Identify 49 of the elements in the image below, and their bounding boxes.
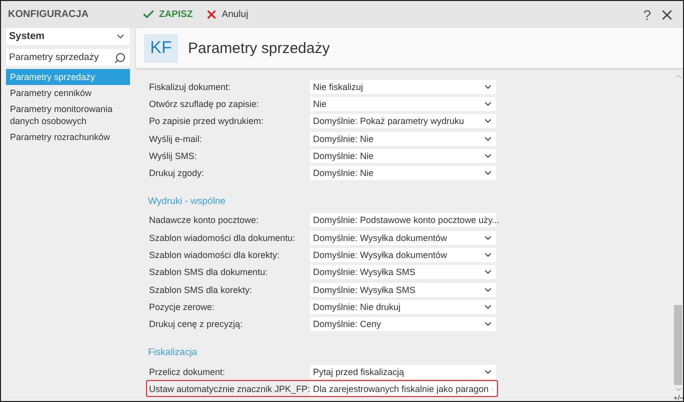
select-field[interactable]: Domyślnie: Pokaż parametry wydruku xyxy=(310,114,496,128)
field-label: Drukuj cenę z precyzją: xyxy=(148,319,244,330)
select-field[interactable]: Domyślnie: Nie drukuj xyxy=(310,300,496,314)
field-label: Wyślij e-mail: xyxy=(148,134,203,144)
select-field[interactable]: Domyślnie: Wysyłka dokumentów xyxy=(310,248,496,262)
field-label: Otwórz szufladę po zapisie: xyxy=(148,98,260,109)
search-icon xyxy=(114,52,126,64)
cross-icon xyxy=(204,8,218,21)
scroll-down-icon xyxy=(674,385,682,394)
sidebar-item[interactable]: Parametry rozrachunków xyxy=(6,129,130,145)
check-icon xyxy=(142,8,155,21)
select-field[interactable]: Pytaj przed fiskalizacją xyxy=(310,364,496,378)
plus-minus-icon xyxy=(674,394,682,401)
select-field[interactable]: Nie xyxy=(310,96,496,111)
cancel-button[interactable]: Anuluj xyxy=(198,8,254,21)
select-field[interactable]: Domyślnie: Nie xyxy=(310,166,496,180)
field-label: Szablon wiadomości dla korekty: xyxy=(148,250,281,260)
section-title: Fiskalizacja xyxy=(147,346,198,360)
field-label: Wyślij SMS: xyxy=(148,150,198,161)
field-label: Ustaw automatycznie znacznik JPK_FP: xyxy=(148,384,310,394)
help-button[interactable]: ? xyxy=(635,6,659,22)
field-label: Pozycje zerowe: xyxy=(148,302,216,312)
page-title: Parametry sprzedaży xyxy=(188,40,330,56)
select-field[interactable]: Domyślnie: Wysyłka dokumentów xyxy=(310,230,496,245)
app-title: KONFIGURACJA xyxy=(7,9,90,20)
select-field[interactable]: Domyślnie: Wysyłka SMS xyxy=(310,282,496,297)
module-badge: KF xyxy=(144,34,178,62)
sidebar-item[interactable]: Parametry cenników xyxy=(6,85,130,101)
scrollbar-thumb[interactable] xyxy=(674,305,682,385)
sidebar-item[interactable]: Parametry monitorowania danych osobowych xyxy=(6,101,130,129)
field-label: Po zapisie przed wydrukiem: xyxy=(148,116,265,126)
section-title: Wydruki - wspólne xyxy=(147,194,227,209)
select-field[interactable]: Nie fiskalizuj xyxy=(310,80,496,94)
field-label: Drukuj zgody: xyxy=(148,168,206,178)
select-field[interactable]: Domyślnie: Wysyłka SMS xyxy=(310,265,496,280)
category-dropdown[interactable]: System xyxy=(6,28,130,45)
field-label: Szablon wiadomości dla dokumentu: xyxy=(148,232,296,243)
field-label: Szablon SMS dla dokumentu: xyxy=(148,267,269,278)
field-label: Przelicz dokument: xyxy=(148,366,226,376)
search-field[interactable]: Parametry sprzedaży xyxy=(6,49,130,66)
field-label: Nadawcze konto pocztowe: xyxy=(148,215,260,226)
select-field[interactable]: Domyślnie: Nie xyxy=(310,132,496,146)
field-label: Szablon SMS dla korekty: xyxy=(148,284,254,295)
field-label: Fiskalizuj dokument: xyxy=(148,82,232,92)
select-field[interactable]: Domyślnie: Ceny xyxy=(310,317,496,332)
scroll-up-icon xyxy=(674,72,682,81)
select-field[interactable]: Domyślnie: Nie xyxy=(310,148,496,163)
select-field[interactable]: Domyślnie: Podstawowe konto pocztowe uży... xyxy=(310,213,496,228)
select-field[interactable]: Dla zarejestrowanych fiskalnie jako paragon xyxy=(310,382,496,396)
